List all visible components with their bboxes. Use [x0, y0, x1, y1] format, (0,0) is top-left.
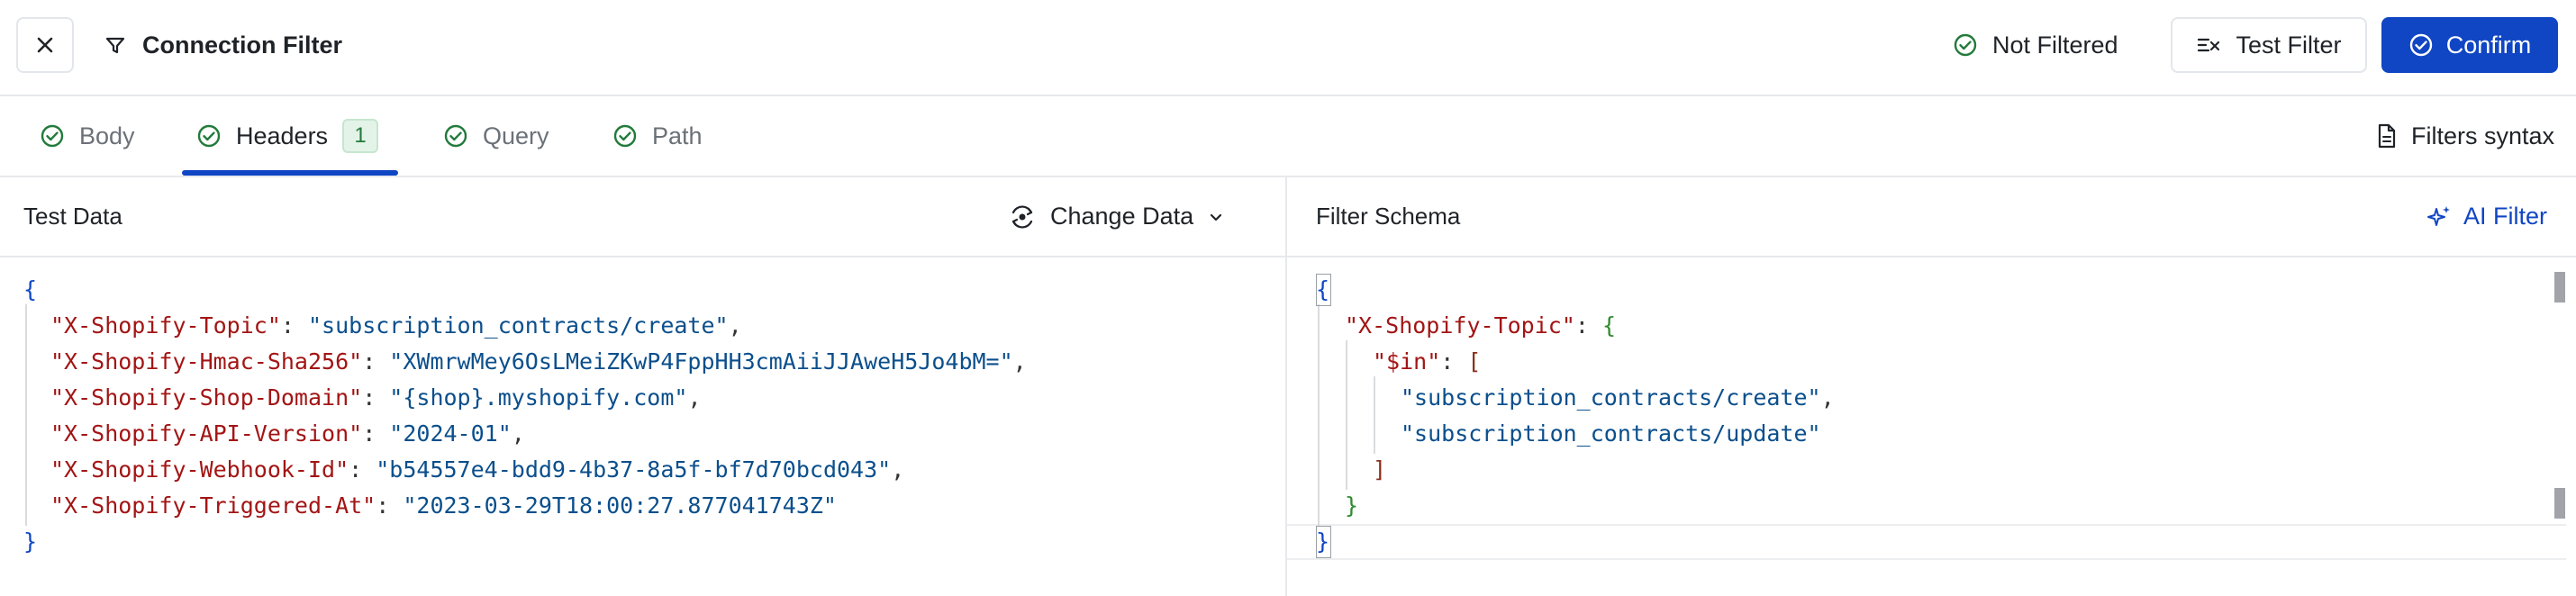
code-line: { [23, 276, 38, 303]
test-data-header: Test Data Change Data [0, 177, 1285, 257]
close-button[interactable] [16, 17, 74, 73]
confirm-button[interactable]: Confirm [2381, 17, 2558, 73]
code-line: "X-Shopify-Webhook-Id": "b54557e4-bdd9-4… [50, 456, 905, 483]
tab-label: Query [483, 122, 549, 149]
ai-filter-label: AI Filter [2463, 203, 2547, 230]
code-line: "X-Shopify-Topic": { [1345, 312, 1617, 339]
code-line: "X-Shopify-Topic": "subscription_contrac… [50, 312, 742, 339]
check-circle-icon [612, 123, 638, 149]
tab-label: Headers [236, 122, 329, 149]
filter-status: Not Filtered [1953, 0, 2118, 90]
code-line: "subscription_contracts/update" [1401, 420, 1821, 447]
title-group: Connection Filter [104, 0, 342, 90]
code-line: "X-Shopify-Hmac-Sha256": "XWmrwMey6OsLMe… [50, 348, 1027, 375]
code-line: } [1316, 528, 1330, 555]
chevron-down-icon [1208, 209, 1224, 225]
filter-schema-header: Filter Schema AI Filter [1287, 177, 2576, 257]
document-icon [2377, 123, 2397, 149]
code-line: "$in": [ [1373, 348, 1482, 375]
filter-icon [104, 34, 126, 56]
test-filter-icon [2196, 34, 2221, 56]
tab-path[interactable]: Path [612, 96, 703, 176]
filters-syntax-label: Filters syntax [2410, 122, 2554, 149]
tab-label: Path [652, 122, 703, 149]
sparkles-icon [2426, 203, 2453, 230]
close-icon [36, 36, 54, 54]
code-line: } [1345, 492, 1359, 519]
tabs-bar: Body Headers 1 Query Path Filters syntax [0, 96, 2576, 177]
tab-query[interactable]: Query [443, 96, 549, 176]
check-circle-icon [1953, 32, 1978, 58]
test-data-title: Test Data [23, 203, 122, 230]
check-circle-icon [40, 123, 65, 149]
tab-label: Body [79, 122, 135, 149]
filter-schema-title: Filter Schema [1316, 203, 1461, 230]
active-tab-indicator [182, 170, 398, 176]
test-filter-label: Test Filter [2236, 31, 2342, 59]
page-title: Connection Filter [142, 31, 342, 59]
check-circle-icon [443, 123, 468, 149]
test-filter-button[interactable]: Test Filter [2171, 17, 2367, 73]
code-line: ] [1373, 456, 1387, 483]
check-circle-icon [196, 123, 222, 149]
change-data-button[interactable]: Change Data [1009, 177, 1224, 256]
test-data-editor[interactable]: { "X-Shopify-Topic": "subscription_contr… [23, 272, 1275, 578]
ai-filter-button[interactable]: AI Filter [2426, 177, 2547, 256]
code-line: "X-Shopify-Triggered-At": "2023-03-29T18… [50, 492, 837, 519]
indent-guide [1374, 376, 1375, 454]
filter-schema-editor[interactable]: { "X-Shopify-Topic": { "$in": [ "subscri… [1287, 259, 2576, 596]
code-line: "X-Shopify-API-Version": "2024-01", [50, 420, 525, 447]
status-label: Not Filtered [1992, 31, 2118, 59]
eye-refresh-icon [1009, 203, 1036, 230]
tab-headers[interactable]: Headers 1 [196, 96, 379, 176]
top-bar: Connection Filter Not Filtered Test Filt… [0, 0, 2576, 96]
schema-code: { "X-Shopify-Topic": { "$in": [ "subscri… [1316, 272, 2541, 578]
indent-guide [1346, 340, 1347, 490]
scrollbar-marker[interactable] [2554, 272, 2565, 303]
check-circle-icon [2408, 32, 2434, 58]
code-line: "subscription_contracts/create", [1401, 384, 1835, 411]
scrollbar-marker[interactable] [2554, 488, 2565, 519]
filters-syntax-link[interactable]: Filters syntax [2377, 96, 2554, 176]
indent-guide [1318, 304, 1320, 526]
code-line: { [1316, 276, 1330, 303]
code-line: "X-Shopify-Shop-Domain": "{shop}.myshopi… [50, 384, 702, 411]
tab-body[interactable]: Body [40, 96, 135, 176]
count-badge: 1 [342, 119, 379, 153]
code-line: } [23, 528, 38, 555]
confirm-label: Confirm [2445, 31, 2532, 59]
change-data-label: Change Data [1050, 203, 1194, 230]
indent-guide [25, 304, 27, 526]
